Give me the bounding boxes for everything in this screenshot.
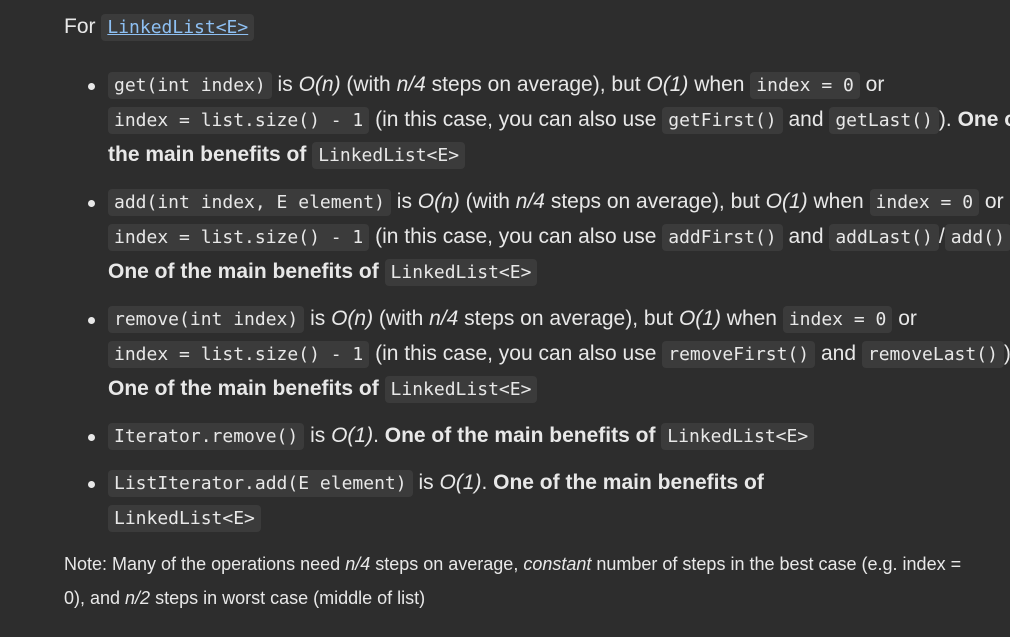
italic-text: O(n) bbox=[298, 73, 341, 96]
code-index-last: index = list.size() - 1 bbox=[108, 107, 370, 134]
bold-benefit: One of the main benefits of bbox=[108, 260, 385, 283]
code-getlast: getLast() bbox=[829, 107, 939, 134]
text: is bbox=[304, 424, 332, 447]
italic-text: constant bbox=[523, 554, 592, 574]
code-add-short: add() bbox=[944, 224, 1010, 251]
content-area: For LinkedList<E> get(int index) is O(n)… bbox=[0, 0, 1010, 637]
bold-benefit: One of the main benefits of bbox=[493, 471, 764, 494]
list-item-iterator-remove: Iterator.remove() is O(1). One of the ma… bbox=[88, 419, 1010, 454]
code-index-last: index = list.size() - 1 bbox=[108, 224, 370, 251]
list-item-listiterator-add: ListIterator.add(E element) is O(1). One… bbox=[88, 466, 1010, 536]
text: when bbox=[688, 73, 751, 96]
code-linkedlist: LinkedList<E> bbox=[661, 423, 815, 450]
note-text: steps on average, bbox=[370, 554, 524, 574]
italic-text: O(1) bbox=[678, 307, 721, 330]
text: or bbox=[859, 73, 885, 96]
bold-benefit: One of the main benefits of bbox=[384, 424, 662, 447]
italic-text: n/4 bbox=[345, 554, 371, 574]
code-index-zero: index = 0 bbox=[869, 189, 980, 216]
code-linkedlist: LinkedList<E> bbox=[108, 505, 261, 532]
italic-text: O(n) bbox=[331, 307, 374, 330]
code-linkedlist: LinkedList<E> bbox=[384, 376, 538, 403]
code-remove: remove(int index) bbox=[108, 306, 305, 333]
code-getfirst: getFirst() bbox=[662, 107, 783, 134]
text: (with bbox=[340, 73, 397, 96]
italic-text: O(1) bbox=[331, 424, 374, 447]
text: (in this case, you can also use bbox=[369, 225, 663, 248]
note-paragraph: Note: Many of the operations need n/4 st… bbox=[64, 547, 984, 615]
code-index-zero: index = 0 bbox=[782, 306, 893, 333]
italic-text: O(1) bbox=[765, 190, 808, 213]
code-listiterator-add: ListIterator.add(E element) bbox=[108, 470, 413, 497]
code-index-last: index = list.size() - 1 bbox=[108, 341, 370, 368]
text: is bbox=[390, 190, 418, 213]
list-item-remove: remove(int index) is O(n) (with n/4 step… bbox=[88, 302, 1010, 407]
linkedlist-link-code[interactable]: LinkedList<E> bbox=[101, 14, 255, 41]
text: . bbox=[481, 471, 494, 494]
code-linkedlist: LinkedList<E> bbox=[312, 142, 466, 169]
linkedlist-link[interactable]: LinkedList<E> bbox=[107, 17, 248, 38]
text: and bbox=[782, 225, 830, 248]
text: and bbox=[815, 342, 862, 365]
text: and bbox=[782, 108, 830, 131]
heading-prefix: For bbox=[64, 15, 102, 38]
note-text: steps in worst case (middle of list) bbox=[150, 588, 426, 608]
text: is bbox=[412, 471, 440, 494]
code-removelast: removeLast() bbox=[861, 341, 1004, 368]
text: or bbox=[892, 307, 917, 330]
note-text: Note: Many of the operations need bbox=[64, 554, 346, 574]
text: when bbox=[720, 307, 783, 330]
text: steps on average), but bbox=[545, 190, 766, 213]
italic-text: n/4 bbox=[396, 73, 426, 96]
list-item-add: add(int index, E element) is O(n) (with … bbox=[88, 185, 1010, 290]
italic-text: n/2 bbox=[125, 588, 151, 608]
text: (in this case, you can also use bbox=[369, 342, 663, 365]
code-iterator-remove: Iterator.remove() bbox=[108, 423, 305, 450]
italic-text: n/4 bbox=[429, 307, 459, 330]
text: ). bbox=[1004, 342, 1010, 365]
code-addlast: addLast() bbox=[829, 224, 939, 251]
text: is bbox=[271, 73, 299, 96]
list-item-get: get(int index) is O(n) (with n/4 steps o… bbox=[88, 68, 1010, 173]
text: is bbox=[304, 307, 332, 330]
italic-text: O(n) bbox=[417, 190, 460, 213]
code-add: add(int index, E element) bbox=[108, 189, 391, 216]
code-removefirst: removeFirst() bbox=[662, 341, 816, 368]
text: (with bbox=[459, 190, 516, 213]
code-index-zero: index = 0 bbox=[750, 72, 860, 99]
text: (in this case, you can also use bbox=[369, 108, 663, 131]
text: . bbox=[373, 424, 385, 447]
text: when bbox=[807, 190, 870, 213]
code-get: get(int index) bbox=[108, 72, 272, 99]
complexity-list: get(int index) is O(n) (with n/4 steps o… bbox=[64, 68, 1010, 548]
text: / bbox=[938, 225, 945, 248]
text: steps on average), but bbox=[458, 307, 679, 330]
code-addfirst: addFirst() bbox=[662, 224, 783, 251]
code-linkedlist: LinkedList<E> bbox=[384, 259, 538, 286]
text: or bbox=[979, 190, 1004, 213]
text: (with bbox=[373, 307, 430, 330]
bold-benefit: One of the main benefits of bbox=[108, 377, 385, 400]
italic-text: n/4 bbox=[515, 190, 545, 213]
text: steps on average), but bbox=[425, 73, 647, 96]
italic-text: O(1) bbox=[439, 471, 482, 494]
italic-text: O(1) bbox=[646, 73, 689, 96]
section-heading: For LinkedList<E> bbox=[64, 10, 255, 45]
text: ). bbox=[938, 108, 958, 131]
